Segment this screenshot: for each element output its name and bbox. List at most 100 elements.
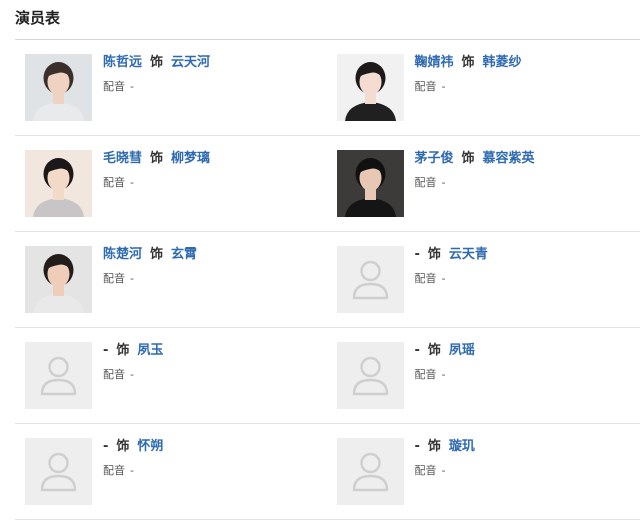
- role-name-link[interactable]: 璇玑: [449, 439, 475, 454]
- name-line: - 饰璇玑: [415, 438, 475, 456]
- role-name-link[interactable]: 云天河: [171, 55, 210, 70]
- role-separator: 饰: [150, 55, 164, 70]
- cast-item: - 饰夙瑶配音 -: [327, 328, 640, 424]
- actor-photo-link[interactable]: [336, 150, 404, 217]
- actor-photo-placeholder: [336, 438, 404, 505]
- actor-name-link[interactable]: 陈哲远: [103, 55, 142, 70]
- dubbing-line: 配音 -: [103, 368, 163, 382]
- dubbing-value: -: [130, 176, 134, 189]
- name-line: - 饰云天青: [415, 246, 488, 264]
- dubbing-label: 配音: [103, 176, 125, 189]
- dubbing-line: 配音 -: [415, 176, 535, 190]
- dubbing-line: 配音 -: [103, 272, 197, 286]
- avatar-placeholder-icon: [336, 246, 404, 313]
- actor-photo-link[interactable]: [336, 54, 404, 121]
- cast-info: - 饰夙玉配音 -: [103, 342, 163, 382]
- cast-item: 陈楚河饰玄霄配音 -: [15, 232, 328, 328]
- role-name-link[interactable]: 夙瑶: [449, 343, 475, 358]
- actor-photo: [336, 150, 404, 217]
- actor-photo: [25, 54, 92, 121]
- actor-photo-placeholder: [336, 246, 404, 313]
- cast-info: - 饰璇玑配音 -: [415, 438, 475, 478]
- cast-info: - 饰云天青配音 -: [415, 246, 488, 286]
- actor-photo-placeholder: [25, 342, 92, 409]
- cast-item: 茅子俊饰慕容紫英配音 -: [327, 136, 640, 232]
- dubbing-label: 配音: [103, 80, 125, 93]
- role-separator: 饰: [461, 151, 475, 166]
- dubbing-value: -: [441, 80, 446, 93]
- role-name-link[interactable]: 慕容紫英: [483, 151, 535, 166]
- role-name-link[interactable]: 云天青: [449, 247, 488, 262]
- avatar-placeholder-icon: [336, 342, 404, 409]
- cast-item: - 饰云天青配音 -: [327, 232, 640, 328]
- cast-info: - 饰怀朔配音 -: [103, 438, 163, 478]
- dubbing-value: -: [441, 176, 446, 189]
- role-name-link[interactable]: 夙玉: [137, 343, 163, 358]
- cast-item: 陈哲远饰云天河配音 -: [15, 40, 328, 136]
- cast-info: 鞠婧祎饰韩菱纱配音 -: [415, 54, 522, 94]
- role-name-link[interactable]: 怀朔: [137, 439, 163, 454]
- dubbing-line: 配音 -: [415, 272, 488, 286]
- avatar-placeholder-icon: [336, 438, 404, 505]
- avatar-placeholder-icon: [25, 438, 92, 505]
- dubbing-label: 配音: [103, 272, 125, 285]
- actor-photo: [25, 150, 92, 217]
- cast-info: 毛晓彗饰柳梦璃配音 -: [103, 150, 210, 190]
- dubbing-label: 配音: [103, 368, 125, 381]
- actor-name-link[interactable]: 毛晓彗: [103, 151, 142, 166]
- cast-item: 毛晓彗饰柳梦璃配音 -: [15, 136, 328, 232]
- dubbing-label: 配音: [414, 80, 437, 93]
- name-line: - 饰怀朔: [103, 438, 163, 456]
- actor-name: -: [103, 439, 109, 454]
- dubbing-value: -: [441, 464, 446, 477]
- role-separator: 饰: [427, 247, 441, 262]
- dubbing-line: 配音 -: [103, 176, 210, 190]
- actor-photo-placeholder: [336, 342, 404, 409]
- actor-name: -: [414, 439, 420, 454]
- dubbing-value: -: [441, 272, 446, 285]
- section-title: 演员表: [15, 9, 61, 27]
- name-line: - 饰夙玉: [103, 342, 163, 360]
- role-name-link[interactable]: 柳梦璃: [171, 151, 210, 166]
- name-line: 茅子俊饰慕容紫英: [415, 150, 535, 168]
- cast-info: 陈楚河饰玄霄配音 -: [103, 246, 197, 286]
- dubbing-value: -: [130, 272, 134, 285]
- dubbing-value: -: [441, 368, 446, 381]
- dubbing-line: 配音 -: [103, 80, 210, 94]
- cast-item: 鞠婧祎饰韩菱纱配音 -: [327, 40, 640, 136]
- dubbing-line: 配音 -: [415, 464, 475, 478]
- actor-photo-link[interactable]: [25, 246, 92, 313]
- actor-photo: [336, 54, 404, 121]
- role-separator: 饰: [116, 439, 130, 454]
- actor-photo-link[interactable]: [25, 150, 92, 217]
- role-separator: 饰: [116, 343, 130, 358]
- name-line: 鞠婧祎饰韩菱纱: [415, 54, 522, 72]
- role-separator: 饰: [150, 247, 164, 262]
- actor-name: -: [414, 247, 420, 262]
- cast-grid: 陈哲远饰云天河 配音 - 鞠婧祎饰韩菱纱 配音 - 毛晓彗饰柳梦璃 配音 - 茅子俊饰慕容紫英 配音…: [15, 40, 640, 520]
- role-separator: 饰: [427, 439, 441, 454]
- actor-photo-link[interactable]: [25, 54, 92, 121]
- dubbing-line: 配音 -: [415, 80, 522, 94]
- role-name-link[interactable]: 韩菱纱: [483, 55, 522, 70]
- role-separator: 饰: [461, 55, 475, 70]
- role-separator: 饰: [427, 343, 441, 358]
- actor-photo: [25, 246, 92, 313]
- role-name-link[interactable]: 玄霄: [171, 247, 197, 262]
- actor-name-link[interactable]: 鞠婧祎: [415, 55, 454, 70]
- avatar-placeholder-icon: [25, 342, 92, 409]
- cast-item: - 饰璇玑配音 -: [327, 424, 640, 520]
- actor-photo-placeholder: [25, 438, 92, 505]
- cast-item: - 饰夙玉配音 -: [15, 328, 328, 424]
- dubbing-label: 配音: [414, 176, 437, 189]
- dubbing-line: 配音 -: [103, 464, 163, 478]
- cast-info: 茅子俊饰慕容紫英配音 -: [415, 150, 535, 190]
- actor-name-link[interactable]: 茅子俊: [415, 151, 454, 166]
- dubbing-line: 配音 -: [415, 368, 475, 382]
- name-line: 陈楚河饰玄霄: [103, 246, 197, 264]
- cast-info: - 饰夙瑶配音 -: [415, 342, 475, 382]
- actor-name-link[interactable]: 陈楚河: [103, 247, 142, 262]
- cast-list-page: 演员表 陈哲远饰云天河 配音 - 鞠婧祎饰韩菱纱 配音 - 毛晓彗饰柳梦璃 配音 - 茅子俊饰慕容…: [0, 0, 640, 525]
- dubbing-value: -: [130, 80, 134, 93]
- name-line: 毛晓彗饰柳梦璃: [103, 150, 210, 168]
